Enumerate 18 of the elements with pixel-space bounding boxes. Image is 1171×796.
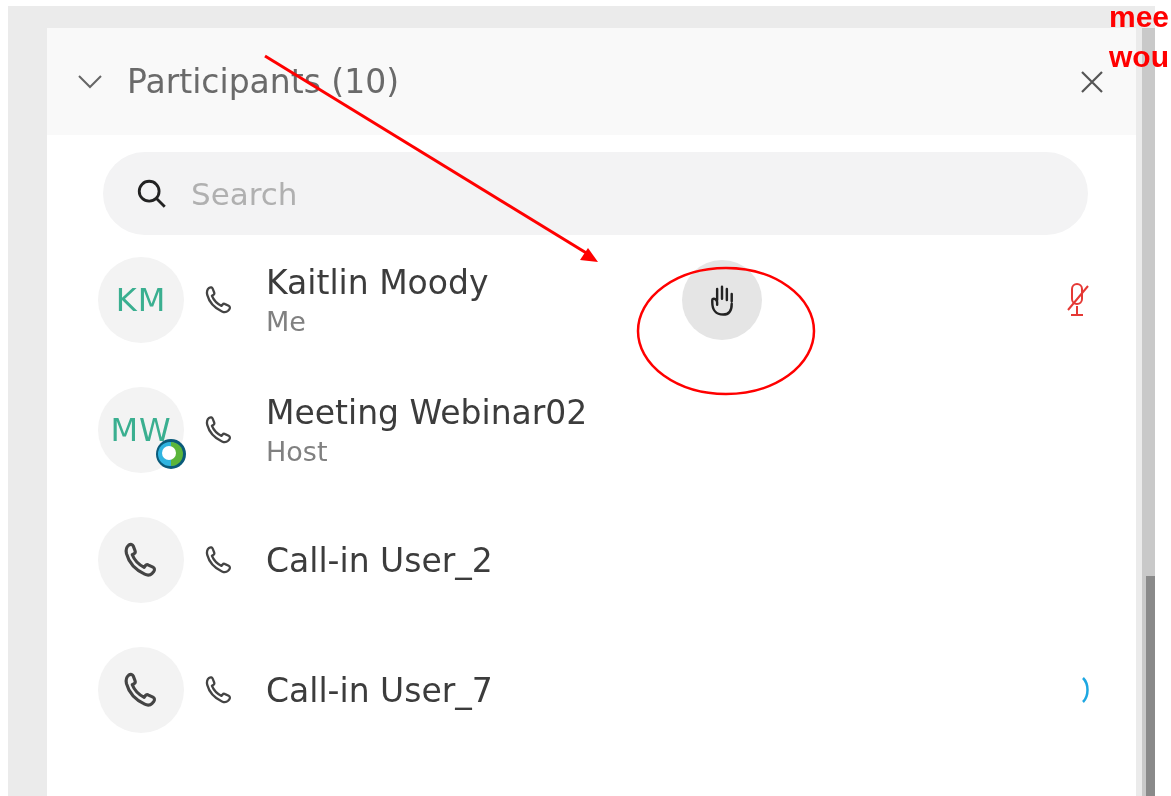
annotation-text: mee (1108, 0, 1169, 34)
participant-row[interactable]: MW Meeting Webinar02 Host (47, 365, 1136, 495)
annotation-text: wou (1109, 40, 1169, 74)
participant-name: Call-in User_7 (266, 670, 494, 710)
participant-name: Call-in User_2 (266, 540, 494, 580)
avatar-initials: MW (110, 411, 172, 449)
participant-row[interactable]: Call-in User_7 (47, 625, 1136, 755)
chevron-down-icon (78, 74, 102, 89)
participant-row[interactable]: Call-in User_2 (47, 495, 1136, 625)
participant-role: Host (266, 436, 329, 467)
participant-name: Meeting Webinar02 (266, 393, 589, 432)
participant-role: Me (266, 306, 307, 337)
close-icon (1080, 69, 1104, 94)
avatar-initials: KM (115, 281, 167, 319)
participant-name: Kaitlin Moody (266, 263, 490, 302)
participant-row[interactable]: KM Kaitlin Moody Me (47, 235, 1136, 365)
search-input[interactable]: Search (189, 174, 1088, 213)
search-field[interactable]: Search (103, 152, 1088, 235)
